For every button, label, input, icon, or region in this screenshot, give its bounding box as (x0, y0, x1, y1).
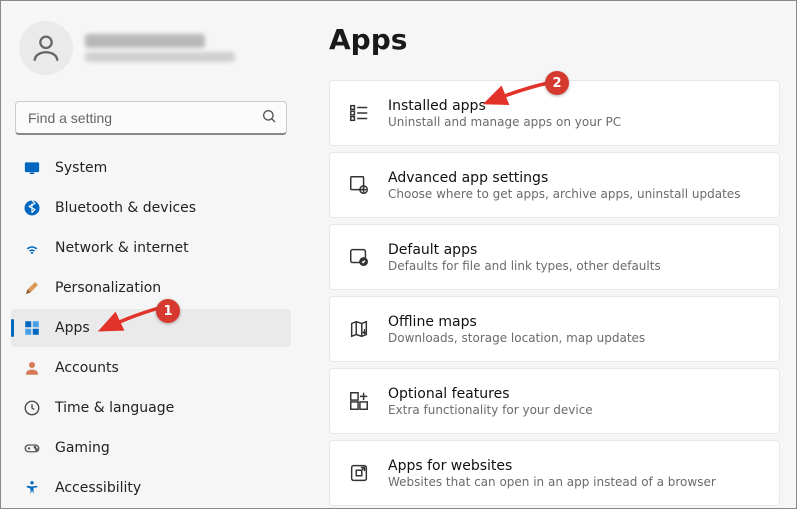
card-offline-maps[interactable]: Offline maps Downloads, storage location… (329, 296, 780, 362)
annotation-marker-2: 2 (545, 71, 569, 95)
card-default-apps[interactable]: Default apps Defaults for file and link … (329, 224, 780, 290)
advanced-app-settings-icon (348, 174, 370, 196)
sidebar-item-label: Gaming (55, 440, 110, 456)
network-icon (23, 239, 41, 257)
sidebar-item-label: System (55, 160, 107, 176)
page-title: Apps (329, 23, 784, 56)
card-subtitle: Uninstall and manage apps on your PC (388, 115, 621, 129)
installed-apps-icon (348, 102, 370, 124)
profile-email-redacted (85, 52, 235, 62)
card-subtitle: Extra functionality for your device (388, 403, 593, 417)
sidebar-item-label: Accessibility (55, 480, 141, 496)
settings-cards: Installed apps Uninstall and manage apps… (329, 80, 784, 506)
sidebar-item-gaming[interactable]: Gaming (11, 429, 291, 467)
sidebar-item-accounts[interactable]: Accounts (11, 349, 291, 387)
avatar (19, 21, 73, 75)
card-title: Offline maps (388, 314, 645, 330)
profile-region[interactable] (9, 13, 293, 85)
card-advanced-app-settings[interactable]: Advanced app settings Choose where to ge… (329, 152, 780, 218)
sidebar-item-label: Bluetooth & devices (55, 200, 196, 216)
sidebar-item-label: Time & language (55, 400, 174, 416)
gaming-icon (23, 439, 41, 457)
sidebar-item-system[interactable]: System (11, 149, 291, 187)
personalization-icon (23, 279, 41, 297)
card-title: Apps for websites (388, 458, 716, 474)
optional-features-icon (348, 390, 370, 412)
sidebar-item-apps[interactable]: Apps (11, 309, 291, 347)
apps-icon (23, 319, 41, 337)
accessibility-icon (23, 479, 41, 497)
profile-name-redacted (85, 34, 205, 48)
bluetooth-icon (23, 199, 41, 217)
system-icon (23, 159, 41, 177)
sidebar-item-label: Personalization (55, 280, 161, 296)
time-language-icon (23, 399, 41, 417)
card-subtitle: Choose where to get apps, archive apps, … (388, 187, 740, 201)
sidebar-nav: System Bluetooth & devices Network & int… (9, 149, 293, 507)
card-optional-features[interactable]: Optional features Extra functionality fo… (329, 368, 780, 434)
sidebar-item-bluetooth[interactable]: Bluetooth & devices (11, 189, 291, 227)
accounts-icon (23, 359, 41, 377)
sidebar-item-accessibility[interactable]: Accessibility (11, 469, 291, 507)
sidebar-item-label: Accounts (55, 360, 119, 376)
sidebar-item-label: Network & internet (55, 240, 189, 256)
card-title: Optional features (388, 386, 593, 402)
sidebar-item-personalization[interactable]: Personalization (11, 269, 291, 307)
card-apps-for-websites[interactable]: Apps for websites Websites that can open… (329, 440, 780, 506)
card-title: Advanced app settings (388, 170, 740, 186)
settings-window: System Bluetooth & devices Network & int… (1, 1, 796, 508)
card-subtitle: Downloads, storage location, map updates (388, 331, 645, 345)
card-title: Default apps (388, 242, 661, 258)
card-subtitle: Websites that can open in an app instead… (388, 475, 716, 489)
profile-text (85, 34, 235, 62)
apps-for-websites-icon (348, 462, 370, 484)
offline-maps-icon (348, 318, 370, 340)
search-input[interactable] (15, 101, 287, 135)
sidebar-item-time-language[interactable]: Time & language (11, 389, 291, 427)
annotation-marker-1: 1 (156, 299, 180, 323)
card-subtitle: Defaults for file and link types, other … (388, 259, 661, 273)
search-icon (261, 108, 277, 128)
sidebar: System Bluetooth & devices Network & int… (1, 1, 301, 508)
card-title: Installed apps (388, 98, 621, 114)
sidebar-item-label: Apps (55, 320, 90, 336)
default-apps-icon (348, 246, 370, 268)
sidebar-item-network[interactable]: Network & internet (11, 229, 291, 267)
search-container (15, 101, 287, 135)
